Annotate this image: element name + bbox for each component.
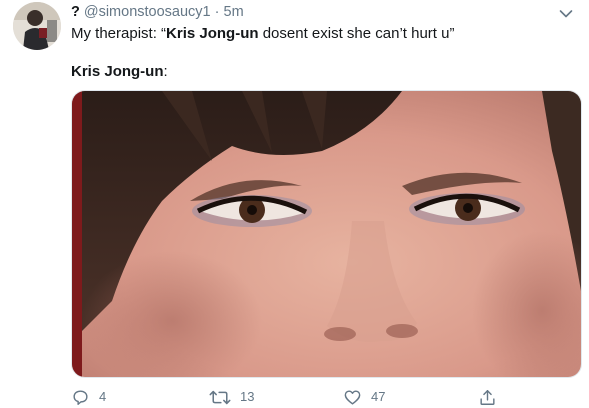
chevron-down-icon[interactable] [559, 6, 573, 18]
text-bold-segment: Kris Jong-un [71, 63, 164, 80]
handle[interactable]: @simonstoosaucy1 [84, 4, 211, 20]
tweet-header: ? @simonstoosaucy1 · 5m [71, 3, 244, 21]
text-segment: : [163, 63, 168, 80]
text-segment: dosent exist she can’t hurt u” [258, 25, 455, 42]
reply-count: 4 [99, 389, 107, 404]
avatar[interactable] [13, 2, 61, 50]
tweet-text-line-1: My therapist: “Kris Jong-un dosent exist… [71, 24, 454, 44]
separator: · [214, 4, 220, 20]
text-bold-segment: Kris Jong-un [166, 25, 259, 42]
like-button[interactable]: 47 [343, 386, 385, 408]
retweet-button[interactable]: 13 [209, 386, 254, 408]
tweet-text-line-2: Kris Jong-un: [71, 62, 168, 82]
tweet[interactable]: ? @simonstoosaucy1 · 5m My therapist: “Kr… [0, 0, 589, 408]
heart-icon [343, 388, 362, 407]
share-button[interactable] [478, 386, 497, 408]
tweet-media-image[interactable] [71, 90, 582, 378]
reply-button[interactable]: 4 [71, 386, 106, 408]
retweet-icon [209, 388, 231, 407]
text-segment: My therapist: “ [71, 25, 167, 42]
timestamp[interactable]: 5m [224, 4, 244, 20]
retweet-count: 13 [240, 389, 255, 404]
share-icon [478, 388, 497, 407]
reply-icon [71, 388, 90, 407]
tweet-actions: 4 13 47 [71, 386, 511, 408]
like-count: 47 [371, 389, 386, 404]
display-name[interactable]: ? [71, 4, 80, 20]
